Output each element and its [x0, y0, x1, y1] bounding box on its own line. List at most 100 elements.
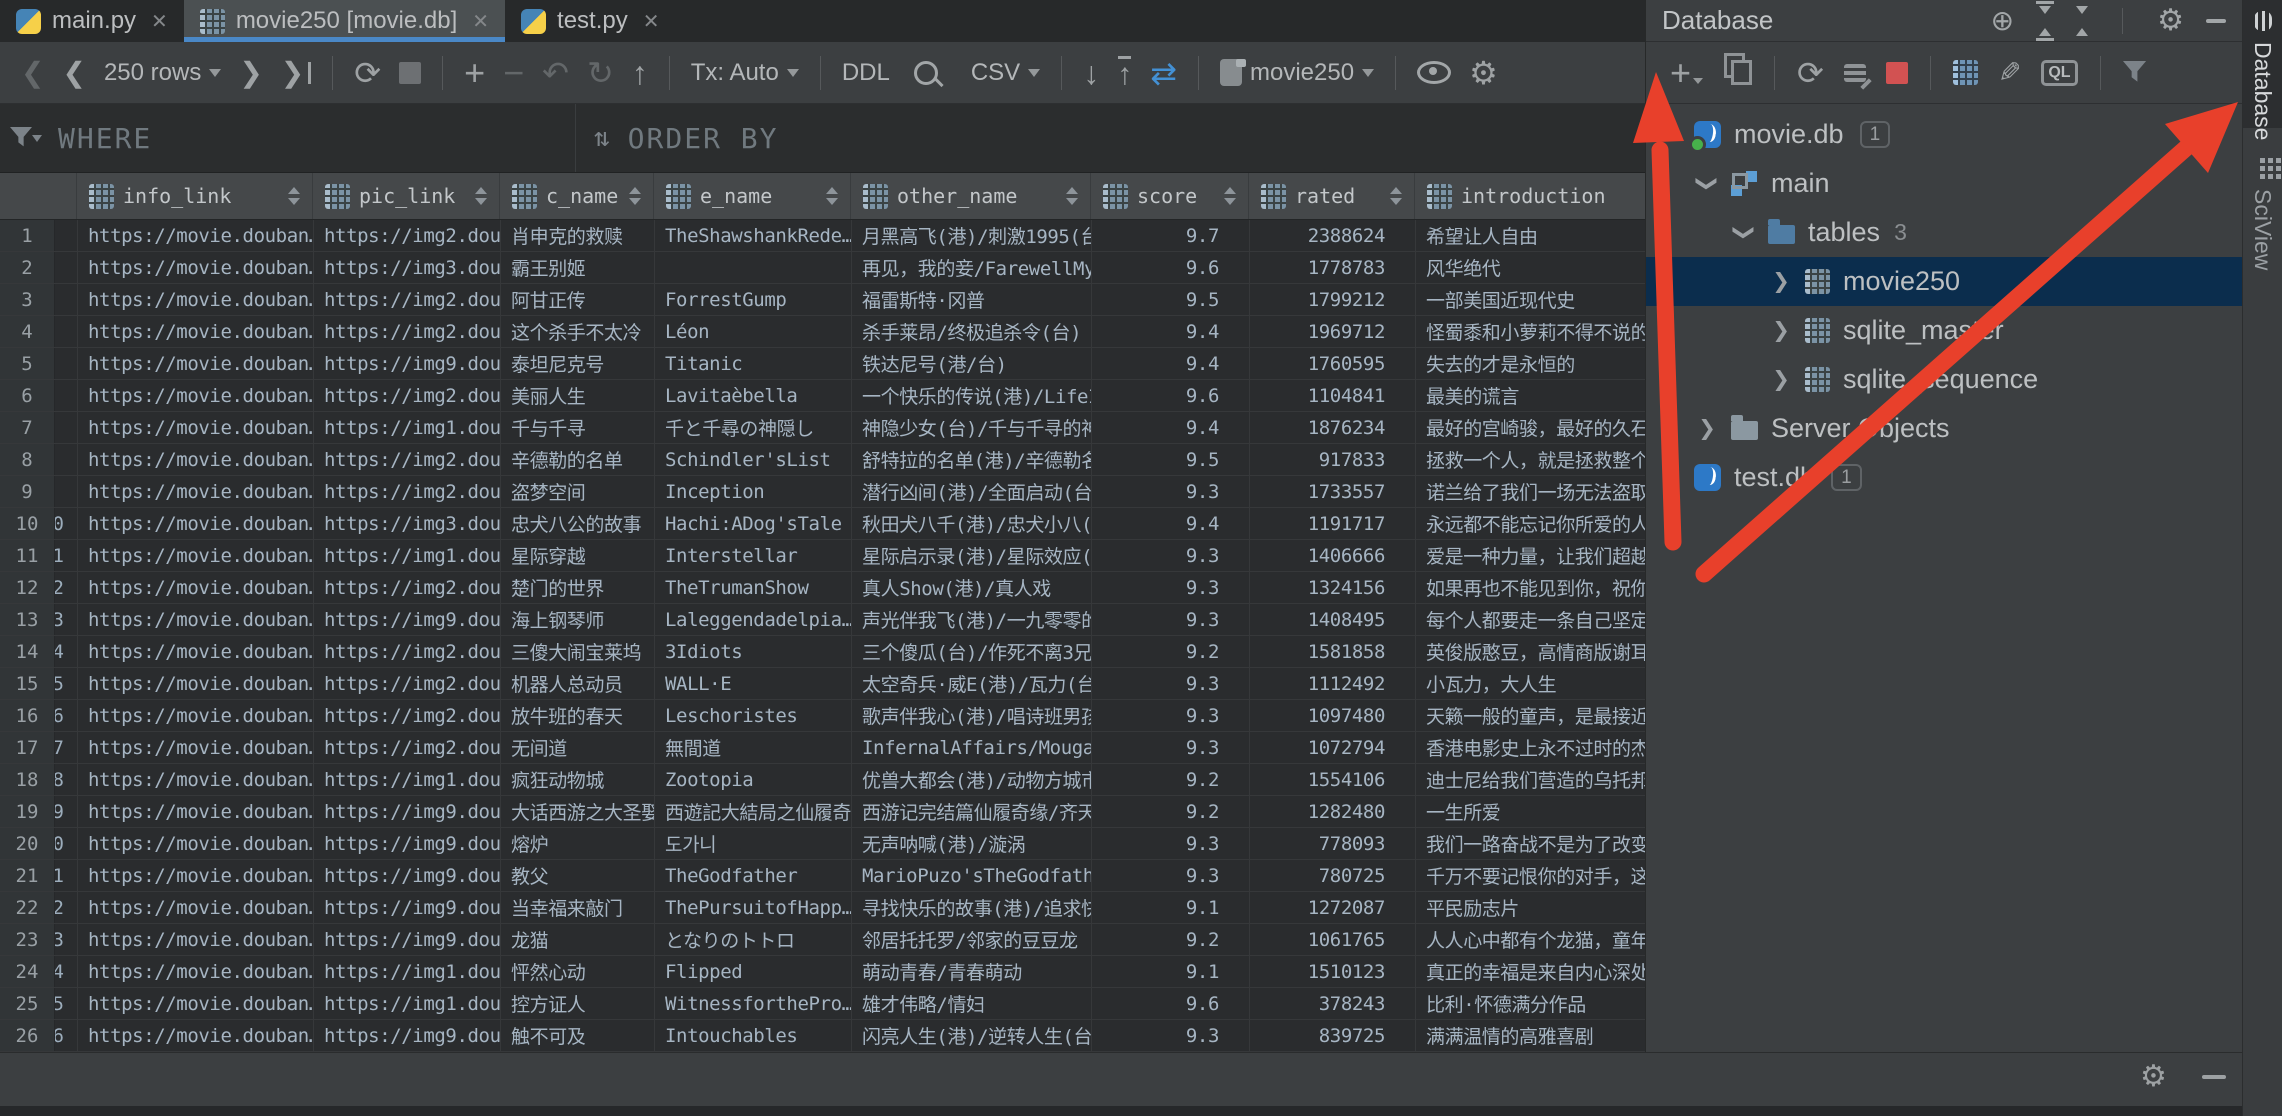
table-cell[interactable]: 9.2 — [1092, 636, 1250, 667]
import-data-button[interactable]: ↑ — [1117, 56, 1132, 90]
last-page-button[interactable]: ❯ — [281, 59, 311, 87]
table-cell[interactable]: 9.2 — [1092, 796, 1250, 827]
table-cell[interactable]: 平民励志片 — [1416, 892, 1647, 923]
column-header-score[interactable]: score — [1091, 173, 1249, 219]
table-cell[interactable]: https://movie.douban… — [78, 796, 314, 827]
table-cell[interactable]: https://movie.douban… — [78, 604, 314, 635]
row-number[interactable]: 13 — [0, 604, 55, 635]
column-header-other_name[interactable]: other_name — [851, 173, 1091, 219]
table-cell[interactable]: https://img9.dou… — [314, 892, 501, 923]
table-cell[interactable]: 9.6 — [1092, 252, 1250, 283]
table-cell[interactable]: https://img9.dou… — [314, 796, 501, 827]
table-cell[interactable]: 再见，我的妾/FarewellMyC… — [852, 252, 1092, 283]
table-cell[interactable]: https://img1.dou… — [314, 412, 501, 443]
table-cell[interactable]: https://img2.dou… — [314, 636, 501, 667]
table-cell[interactable]: 1324156 — [1250, 572, 1416, 603]
table-cell[interactable]: https://img2.dou… — [314, 732, 501, 763]
table-cell[interactable]: https://movie.douban… — [78, 924, 314, 955]
table-cell[interactable]: https://movie.douban… — [78, 988, 314, 1019]
clipped-rank-cell[interactable]: 11 — [55, 540, 78, 571]
row-number[interactable]: 4 — [0, 316, 55, 347]
table-cell[interactable]: 比利·怀德满分作品 — [1416, 988, 1647, 1019]
clipped-rank-cell[interactable]: 16 — [55, 700, 78, 731]
clipped-rank-cell[interactable]: 9 — [55, 476, 78, 507]
table-cell[interactable]: MarioPuzo'sTheGodfather — [852, 860, 1092, 891]
table-cell[interactable]: https://movie.douban… — [78, 700, 314, 731]
table-cell[interactable]: 控方证人 — [501, 988, 655, 1019]
row-number[interactable]: 19 — [0, 796, 55, 827]
table-cell[interactable]: 三傻大闹宝莱坞 — [501, 636, 655, 667]
table-cell[interactable]: 迪士尼给我们营造的乌托邦就是 — [1416, 764, 1647, 795]
table-cell[interactable]: 1760595 — [1250, 348, 1416, 379]
table-cell[interactable]: 盗梦空间 — [501, 476, 655, 507]
table-cell[interactable]: 1406666 — [1250, 540, 1416, 571]
table-cell[interactable]: 福雷斯特·冈普 — [852, 284, 1092, 315]
table-cell[interactable]: https://img9.dou… — [314, 1020, 501, 1051]
table-cell[interactable]: https://img2.dou… — [314, 572, 501, 603]
clipped-rank-cell[interactable]: 12 — [55, 572, 78, 603]
refresh-button[interactable]: ⟳ — [354, 57, 381, 89]
table-cell[interactable]: https://img2.dou… — [314, 220, 501, 251]
table-cell[interactable]: 9.4 — [1092, 508, 1250, 539]
stop-button[interactable] — [399, 62, 421, 84]
table-cell[interactable]: 月黑高飞(港)/刺激1995(台) — [852, 220, 1092, 251]
gear-icon[interactable]: ⚙ — [2157, 6, 2184, 36]
row-number[interactable]: 21 — [0, 860, 55, 891]
table-cell[interactable]: 도가니 — [655, 828, 852, 859]
clipped-rank-cell[interactable]: 5 — [55, 348, 78, 379]
table-cell[interactable]: 1408495 — [1250, 604, 1416, 635]
table-cell[interactable]: 星际穿越 — [501, 540, 655, 571]
table-cell[interactable]: 一部美国近现代史 — [1416, 284, 1647, 315]
clipped-rank-cell[interactable]: 8 — [55, 444, 78, 475]
row-number[interactable]: 2 — [0, 252, 55, 283]
table-cell[interactable]: 1072794 — [1250, 732, 1416, 763]
table-cell[interactable]: 教父 — [501, 860, 655, 891]
row-number[interactable]: 18 — [0, 764, 55, 795]
clipped-rank-cell[interactable]: 24 — [55, 956, 78, 987]
table-cell[interactable]: https://movie.douban… — [78, 572, 314, 603]
column-header-c_name[interactable]: c_name — [500, 173, 654, 219]
table-cell[interactable]: https://img2.dou… — [314, 380, 501, 411]
table-cell[interactable]: 9.1 — [1092, 956, 1250, 987]
table-cell[interactable]: 一个快乐的传说(港)/LifeIs… — [852, 380, 1092, 411]
table-cell[interactable]: https://movie.douban… — [78, 828, 314, 859]
table-cell[interactable]: 雄才伟略/情妇 — [852, 988, 1092, 1019]
first-page-button[interactable]: ❮ — [21, 59, 44, 87]
close-icon[interactable]: ✕ — [643, 9, 660, 34]
close-icon[interactable]: ✕ — [472, 9, 489, 34]
row-number[interactable]: 15 — [0, 668, 55, 699]
row-number[interactable]: 1 — [0, 220, 55, 251]
tree-item-movie250[interactable]: ❯movie250 — [1646, 257, 2242, 306]
table-cell[interactable]: 无声呐喊(港)/漩涡 — [852, 828, 1092, 859]
table-cell[interactable]: 秋田犬八千(港)/忠犬小八(台) — [852, 508, 1092, 539]
table-cell[interactable]: Titanic — [655, 348, 852, 379]
tab-sciview[interactable]: SciView — [2243, 146, 2282, 256]
table-cell[interactable]: https://movie.douban… — [78, 380, 314, 411]
table-cell[interactable]: 忠犬八公的故事 — [501, 508, 655, 539]
table-cell[interactable]: 诺兰给了我们一场无法盗取的梦 — [1416, 476, 1647, 507]
row-number[interactable]: 3 — [0, 284, 55, 315]
table-cell[interactable]: 1272087 — [1250, 892, 1416, 923]
minimize-icon[interactable] — [2202, 1075, 2226, 1079]
tree-item-server-objects[interactable]: ❯Server Objects — [1646, 404, 2242, 453]
table-cell[interactable]: https://movie.douban… — [78, 444, 314, 475]
delete-row-button[interactable]: − — [503, 55, 524, 91]
table-cell[interactable]: 杀手莱昂/终极追杀令(台) — [852, 316, 1092, 347]
table-cell[interactable]: 1733557 — [1250, 476, 1416, 507]
tree-item-sqlite-master[interactable]: ❯sqlite_master — [1646, 306, 2242, 355]
clipped-rank-cell[interactable]: 25 — [55, 988, 78, 1019]
table-cell[interactable]: 放牛班的春天 — [501, 700, 655, 731]
tree-item-test-db[interactable]: ❯test.db1 — [1646, 453, 2242, 502]
table-cell[interactable]: 当幸福来敲门 — [501, 892, 655, 923]
table-cell[interactable]: WALL·E — [655, 668, 852, 699]
table-cell[interactable] — [655, 252, 852, 283]
table-cell[interactable]: 满满温情的高雅喜剧 — [1416, 1020, 1647, 1051]
table-cell[interactable]: https://movie.douban… — [78, 668, 314, 699]
table-cell[interactable]: 1510123 — [1250, 956, 1416, 987]
datasource-properties-button[interactable] — [1844, 64, 1866, 82]
table-cell[interactable]: https://img1.dou… — [314, 988, 501, 1019]
tree-item-main[interactable]: ❯main — [1646, 159, 2242, 208]
clipped-rank-cell[interactable]: 10 — [55, 508, 78, 539]
table-cell[interactable]: 1581858 — [1250, 636, 1416, 667]
add-row-button[interactable]: + — [464, 55, 485, 91]
